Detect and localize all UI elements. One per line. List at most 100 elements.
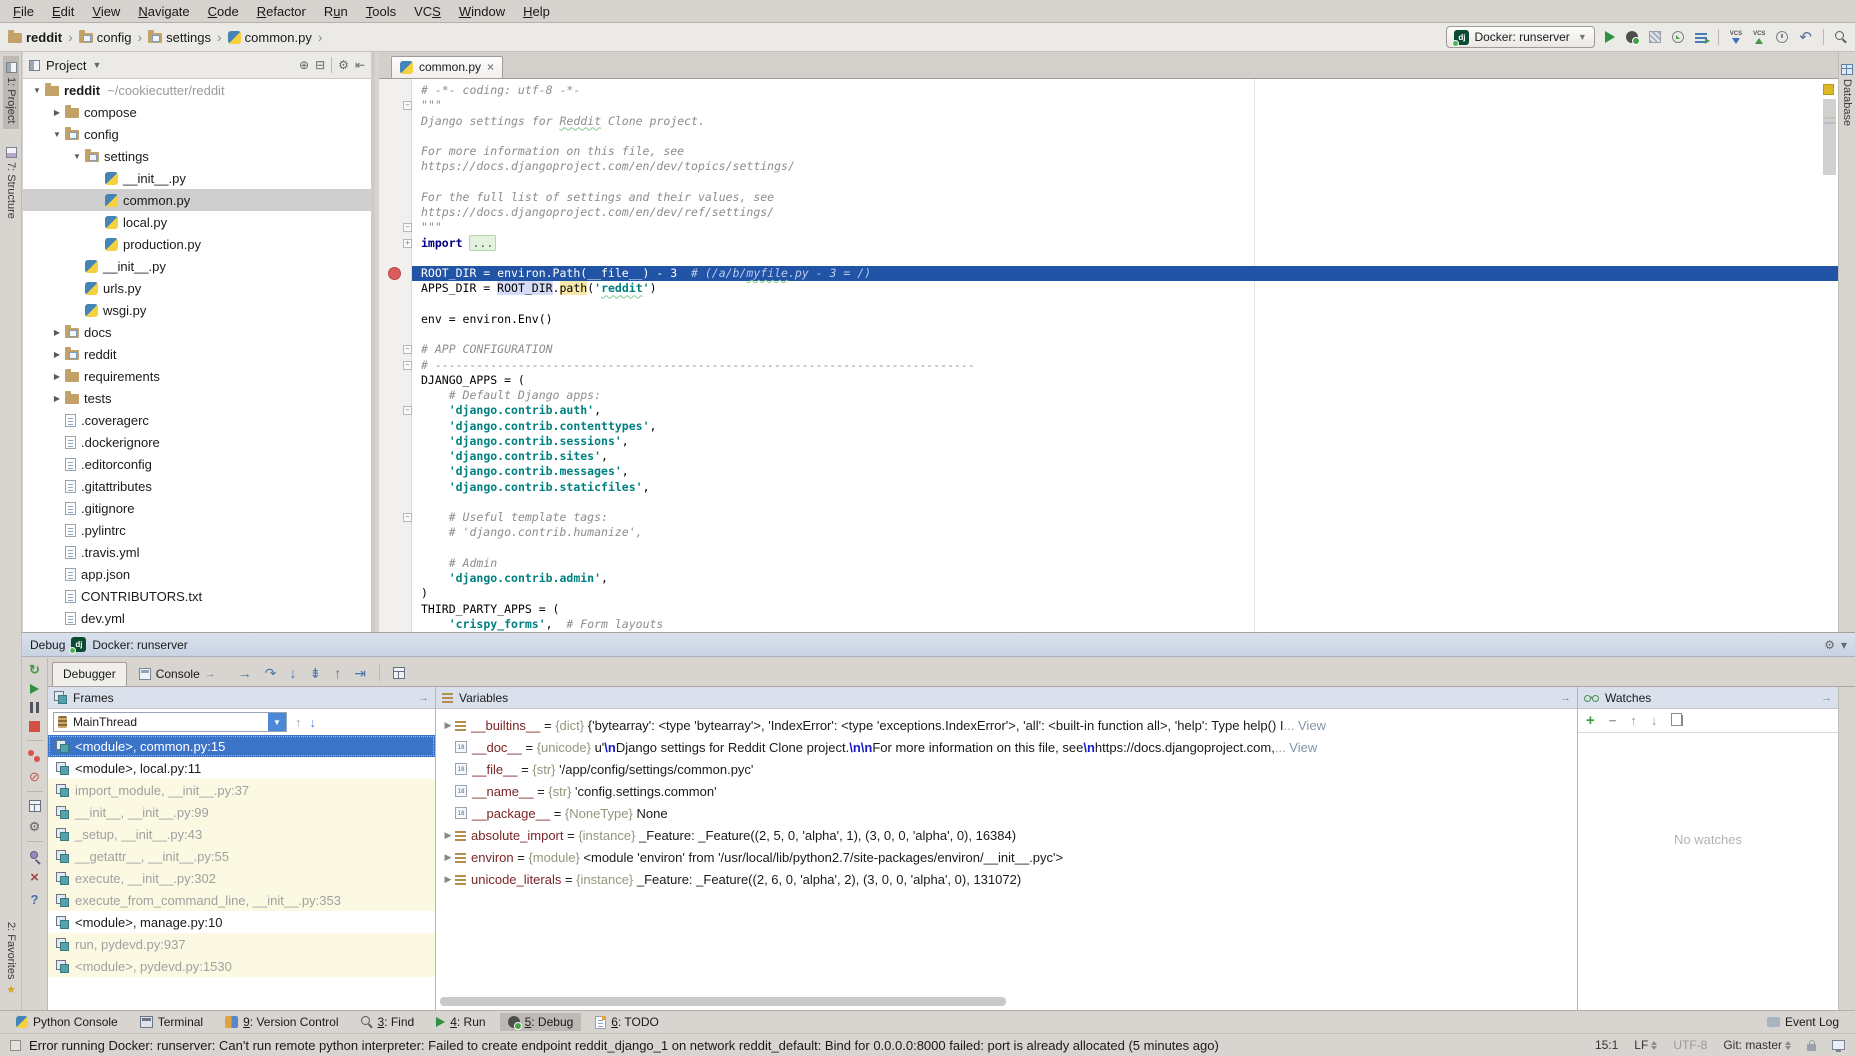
tree-item-contributors-txt[interactable]: CONTRIBUTORS.txt <box>23 585 371 607</box>
undo-button[interactable]: ↶ <box>1799 30 1812 45</box>
tree-item-production-py[interactable]: production.py <box>23 233 371 255</box>
tree-item-tests[interactable]: ▶tests <box>23 387 371 409</box>
tree-item-compose[interactable]: ▶compose <box>23 101 371 123</box>
help-button[interactable]: ? <box>31 893 39 906</box>
coverage-data-button[interactable] <box>1695 33 1707 43</box>
duplicate-watch-button[interactable] <box>1674 715 1683 726</box>
fold-collapse-icon[interactable]: − <box>403 345 412 354</box>
variable-row-name[interactable]: __name__ = {str} 'config.settings.common… <box>436 780 1577 802</box>
menu-item-code[interactable]: Code <box>199 2 248 21</box>
breakpoint-icon[interactable] <box>388 267 401 280</box>
history-button[interactable] <box>1776 31 1788 43</box>
menu-item-view[interactable]: View <box>83 2 129 21</box>
frame-row[interactable]: execute, __init__.py:302 <box>48 867 435 889</box>
run-button[interactable] <box>1605 31 1615 43</box>
hide-panel-button[interactable]: ▾ <box>1841 639 1847 651</box>
chevron-down-icon[interactable]: ▼ <box>268 713 286 731</box>
menu-item-file[interactable]: File <box>4 2 43 21</box>
view-breakpoints-button[interactable] <box>28 749 41 762</box>
next-frame-button[interactable]: ↓ <box>310 715 317 730</box>
toolwindow-button-3-find[interactable]: 3: Find <box>353 1013 423 1031</box>
chevron-collapsed-icon[interactable]: ▶ <box>441 874 455 885</box>
tree-item-init-py[interactable]: __init__.py <box>23 167 371 189</box>
chevron-collapsed-icon[interactable]: ▶ <box>441 720 455 731</box>
breadcrumb-item-reddit[interactable]: reddit <box>8 30 62 45</box>
force-step-into-button[interactable]: ⇟ <box>309 666 321 680</box>
toolwindow-switcher-icon[interactable] <box>10 1040 21 1051</box>
breadcrumb-item-config[interactable]: config <box>79 30 132 45</box>
status-15-1[interactable]: 15:1 <box>1595 1038 1618 1052</box>
stop-button[interactable] <box>29 721 40 732</box>
status-utf-8[interactable]: UTF-8 <box>1673 1038 1707 1052</box>
sidebar-item-database[interactable]: Database <box>1839 58 1855 132</box>
chevron-collapsed-icon[interactable]: ▶ <box>49 350 65 359</box>
run-to-cursor-button[interactable]: ⇥ <box>354 666 366 680</box>
settings-gear-icon[interactable]: ⚙ <box>1824 639 1835 651</box>
tree-item-requirements[interactable]: ▶requirements <box>23 365 371 387</box>
tree-item-config[interactable]: ▼config <box>23 123 371 145</box>
tree-item-local-py[interactable]: local.py <box>23 211 371 233</box>
frame-row[interactable]: __init__, __init__.py:99 <box>48 801 435 823</box>
scrollbar-thumb[interactable] <box>1823 99 1836 175</box>
tree-item-settings[interactable]: ▼settings <box>23 145 371 167</box>
tree-item-wsgi-py[interactable]: wsgi.py <box>23 299 371 321</box>
menu-item-help[interactable]: Help <box>514 2 559 21</box>
tree-item-urls-py[interactable]: urls.py <box>23 277 371 299</box>
collapse-all-button[interactable]: ⊟ <box>315 59 325 71</box>
vcs-commit-button[interactable]: VCS <box>1753 31 1765 44</box>
toolwindow-button-9-version-control[interactable]: 9: Version Control <box>217 1013 346 1031</box>
close-icon[interactable]: × <box>30 870 39 885</box>
layout-settings-button[interactable] <box>393 667 405 679</box>
frame-row[interactable]: _setup, __init__.py:43 <box>48 823 435 845</box>
variable-row-builtins[interactable]: ▶__builtins__ = {dict} {'bytearray': <ty… <box>436 714 1577 736</box>
settings-gear-icon[interactable]: ⚙ <box>29 820 41 833</box>
fold-collapse-icon[interactable]: − <box>403 406 412 415</box>
sidebar-item-2-favorites[interactable]: 2: Favorites★ <box>3 916 20 1002</box>
horizontal-scrollbar-thumb[interactable] <box>440 997 1006 1006</box>
step-into-button[interactable]: ↓ <box>289 666 296 680</box>
locate-file-button[interactable]: ⊕ <box>299 59 309 71</box>
frame-row[interactable]: execute_from_command_line, __init__.py:3… <box>48 889 435 911</box>
run-configuration-selector[interactable]: dj Docker: runserver ▼ <box>1446 26 1594 48</box>
status-git-master[interactable]: Git: master <box>1723 1038 1791 1052</box>
variable-row-environ[interactable]: ▶environ = {module} <module 'environ' fr… <box>436 846 1577 868</box>
debug-button[interactable] <box>1626 31 1638 43</box>
menu-item-tools[interactable]: Tools <box>357 2 405 21</box>
breadcrumb-item-common-py[interactable]: common.py <box>228 30 312 45</box>
menu-item-window[interactable]: Window <box>450 2 514 21</box>
sidebar-item-1-project[interactable]: 1: Project <box>3 56 19 129</box>
chevron-expanded-icon[interactable]: ▼ <box>49 130 65 139</box>
frame-row[interactable]: run, pydevd.py:937 <box>48 933 435 955</box>
tree-item-init-py[interactable]: __init__.py <box>23 255 371 277</box>
tree-item-dockerignore[interactable]: .dockerignore <box>23 431 371 453</box>
frame-row[interactable]: __getattr__, __init__.py:55 <box>48 845 435 867</box>
variable-row-unicode-literals[interactable]: ▶unicode_literals = {instance} _Feature:… <box>436 868 1577 890</box>
tree-item-pylintrc[interactable]: .pylintrc <box>23 519 371 541</box>
pause-button[interactable] <box>30 702 39 713</box>
toolwindow-button-6-todo[interactable]: 6: TODO <box>587 1013 667 1031</box>
fold-collapse-icon[interactable]: − <box>403 361 412 370</box>
tree-item-coveragerc[interactable]: .coveragerc <box>23 409 371 431</box>
tree-item-gitattributes[interactable]: .gitattributes <box>23 475 371 497</box>
chevron-collapsed-icon[interactable]: ▶ <box>49 372 65 381</box>
breadcrumb-item-settings[interactable]: settings <box>148 30 211 45</box>
hide-panel-icon[interactable]: → <box>1821 692 1832 704</box>
search-icon[interactable] <box>1835 31 1847 43</box>
tree-item-common-py[interactable]: common.py <box>23 189 371 211</box>
tree-item-app-json[interactable]: app.json <box>23 563 371 585</box>
chevron-collapsed-icon[interactable]: ▶ <box>49 108 65 117</box>
frame-row[interactable]: import_module, __init__.py:37 <box>48 779 435 801</box>
chevron-collapsed-icon[interactable]: ▶ <box>441 852 455 863</box>
variable-row-absolute-import[interactable]: ▶absolute_import = {instance} _Feature: … <box>436 824 1577 846</box>
hide-panel-icon[interactable]: → <box>1560 692 1571 704</box>
vcs-update-button[interactable]: VCS <box>1730 31 1742 44</box>
thread-selector[interactable]: MainThread ▼ <box>53 712 287 732</box>
variable-row-package[interactable]: __package__ = {NoneType} None <box>436 802 1577 824</box>
tree-item-travis-yml[interactable]: .travis.yml <box>23 541 371 563</box>
fold-collapse-icon[interactable]: − <box>403 101 412 110</box>
project-panel-title[interactable]: Project <box>46 58 86 73</box>
toolwindow-button-event-log[interactable]: Event Log <box>1759 1013 1847 1031</box>
settings-gear-icon[interactable]: ⚙ <box>338 59 349 71</box>
view-link[interactable]: View <box>1289 740 1317 755</box>
hide-panel-icon[interactable]: → <box>418 692 429 704</box>
